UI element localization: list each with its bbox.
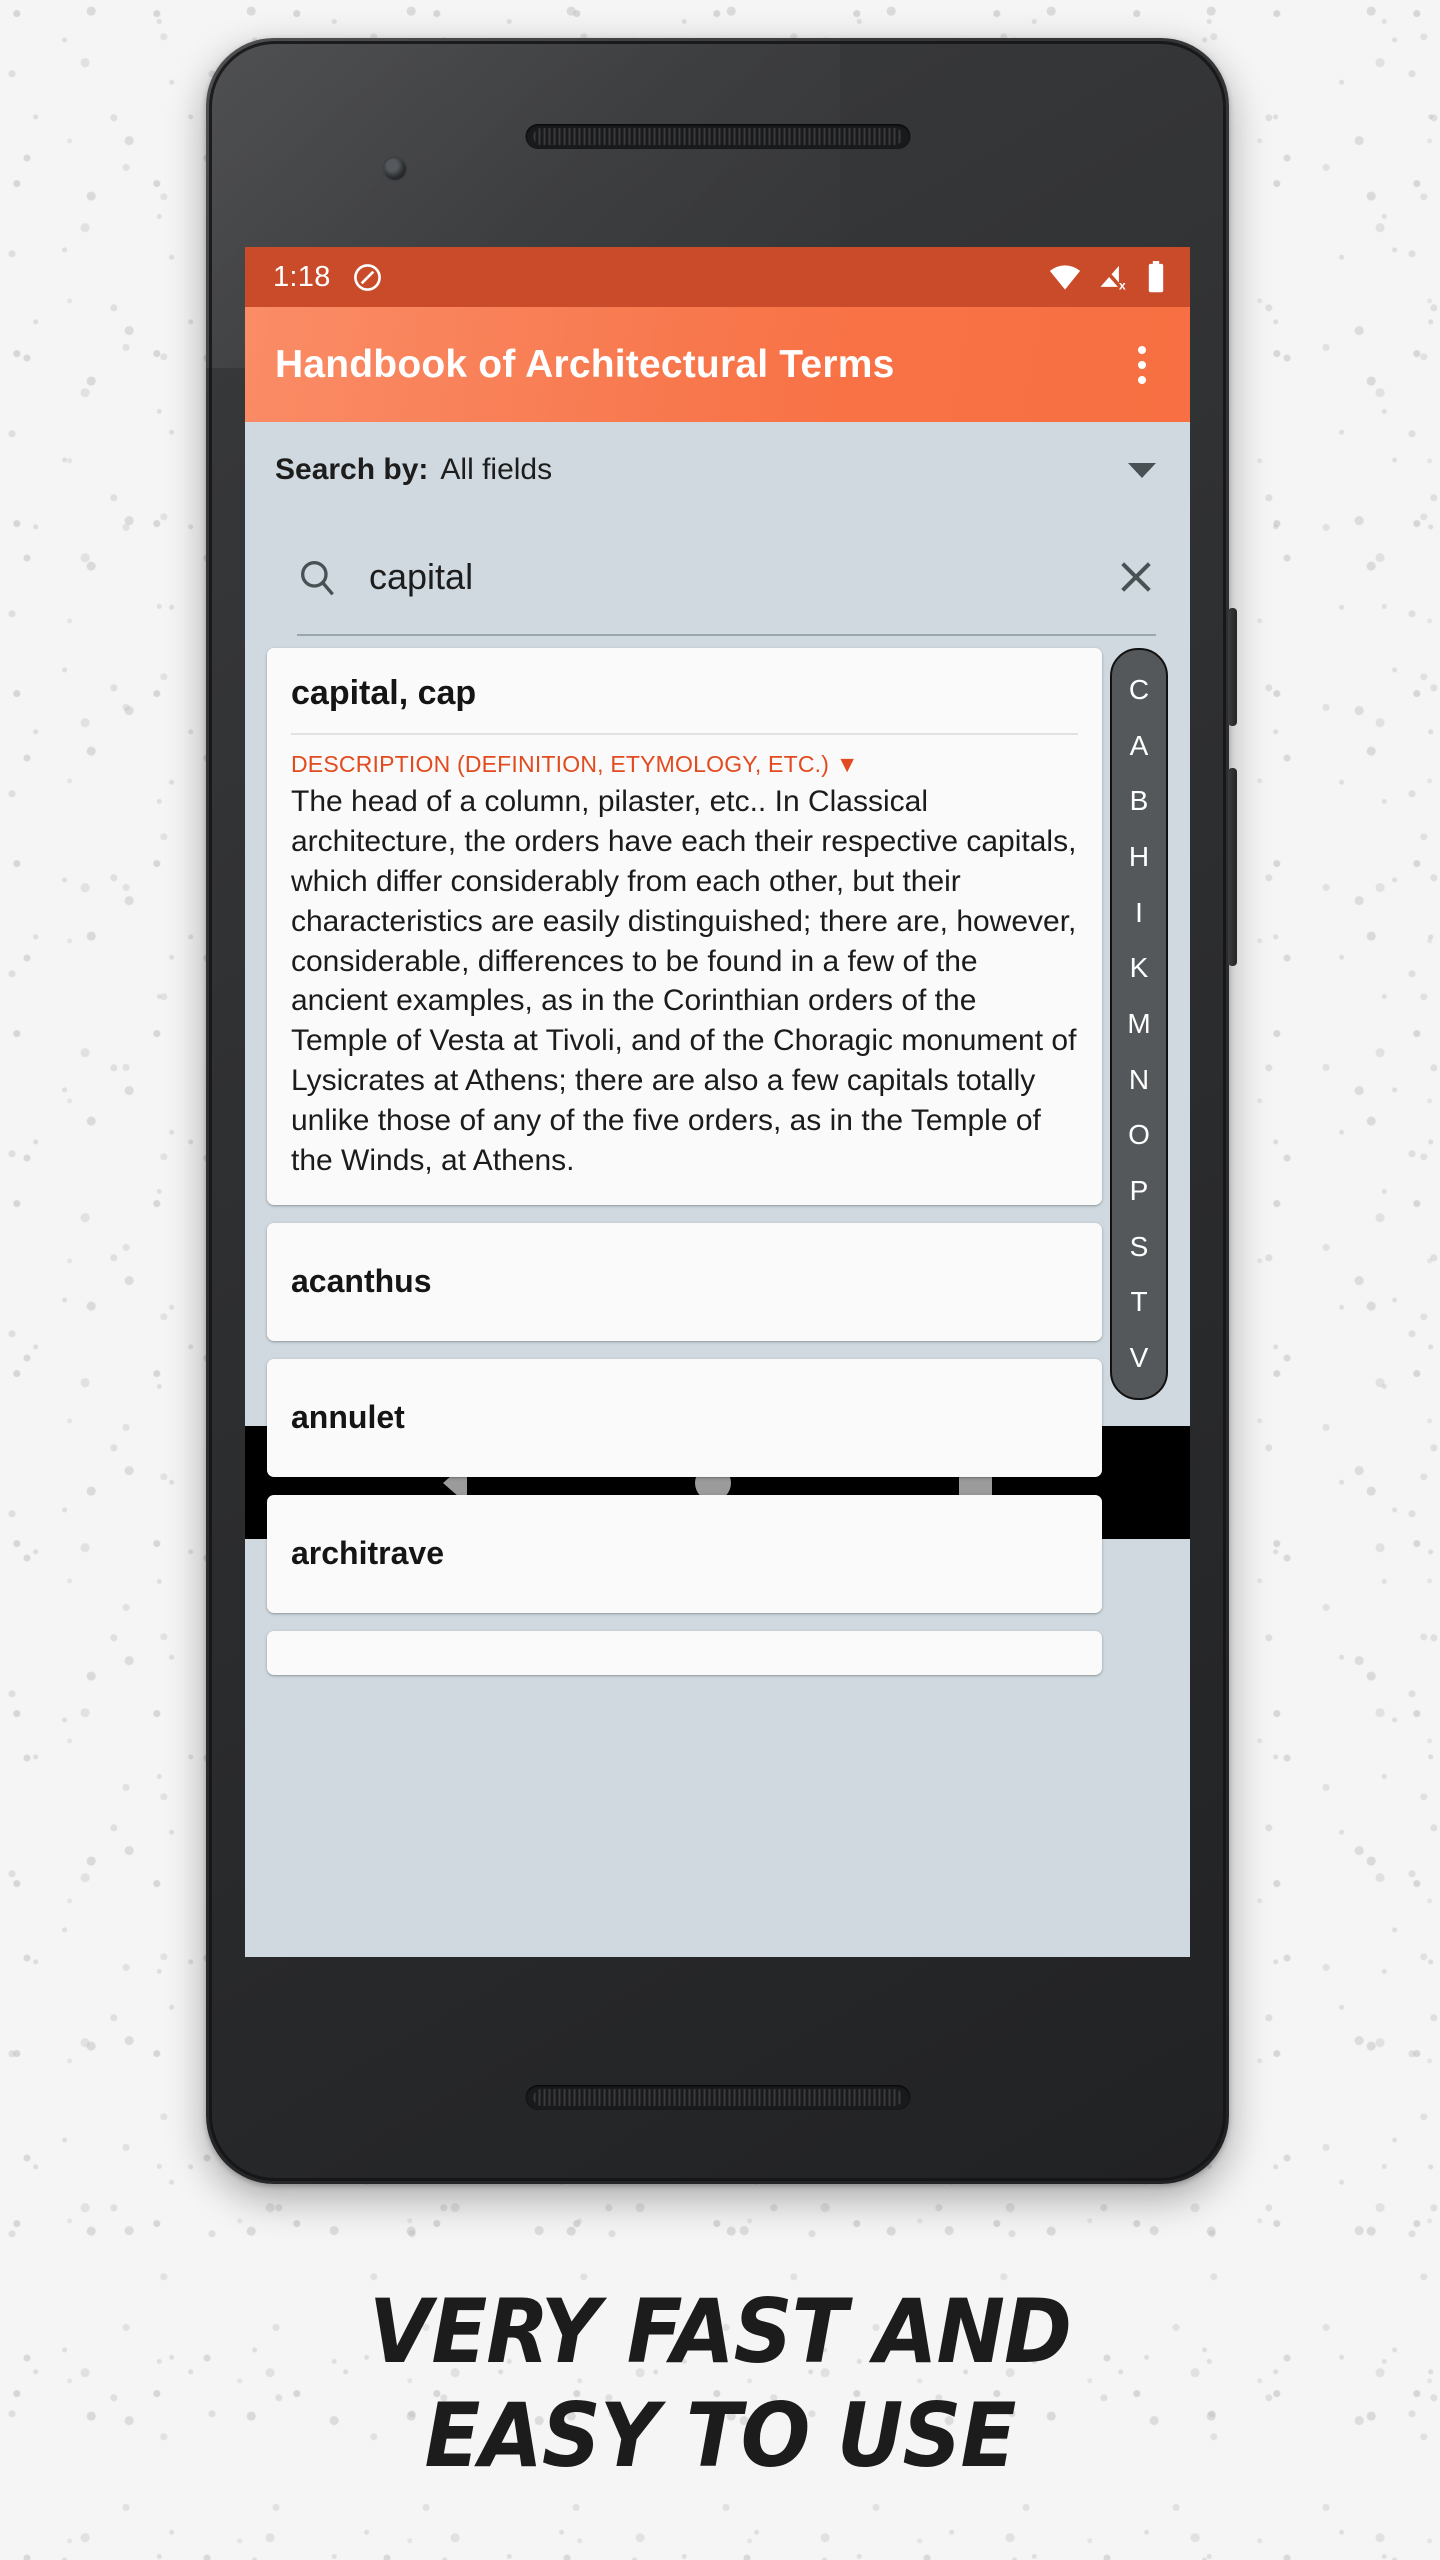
list-item[interactable]: annulet <box>267 1358 1102 1477</box>
index-letter[interactable]: K <box>1130 954 1149 982</box>
wifi-icon <box>1049 265 1081 290</box>
search-by-selector[interactable]: Search by: All fields <box>245 422 1190 518</box>
volume-button[interactable] <box>1228 768 1237 966</box>
term-label: acanthus <box>291 1263 432 1300</box>
list-item[interactable]: architrave <box>267 1494 1102 1613</box>
entry-title: capital, cap <box>291 648 1078 735</box>
search-input[interactable]: capital <box>369 556 473 598</box>
list-item[interactable]: acanthus <box>267 1222 1102 1341</box>
status-icons: x <box>1048 261 1166 293</box>
bottom-speaker <box>525 2085 910 2110</box>
index-letter[interactable]: B <box>1130 787 1149 815</box>
entry-definition-text: The head of a column, pilaster, etc.. In… <box>291 785 1077 1178</box>
index-letter[interactable]: T <box>1130 1288 1147 1316</box>
caption-line-1: VERY FAST AND <box>368 2280 1072 2383</box>
results-list[interactable]: capital, cap DESCRIPTION (DEFINITION, ET… <box>267 648 1102 1675</box>
app-bar: Handbook of Architectural Terms <box>245 307 1190 422</box>
overflow-menu-icon[interactable] <box>1120 330 1164 400</box>
alphabet-index-scrollbar[interactable]: C A B H I K M N O P S T V <box>1110 648 1168 1400</box>
index-letter[interactable]: S <box>1130 1232 1149 1261</box>
list-item-partial[interactable] <box>267 1630 1102 1675</box>
index-letter[interactable]: H <box>1129 842 1149 871</box>
phone-screen: 1:18 x Handbook of Architectural Terms S… <box>245 247 1190 1957</box>
search-icon <box>300 560 334 596</box>
promo-caption: VERY FAST AND EASY TO USE <box>0 2280 1440 2488</box>
page-title: Handbook of Architectural Terms <box>275 342 895 386</box>
search-bar[interactable]: capital <box>245 518 1190 636</box>
term-label: annulet <box>291 1399 405 1436</box>
caption-line-2: EASY TO USE <box>424 2383 1017 2487</box>
term-label: architrave <box>291 1535 444 1572</box>
cellular-no-sim-icon: x <box>1100 264 1126 292</box>
search-by-label: Search by: <box>275 453 429 486</box>
earpiece-speaker <box>525 124 910 149</box>
chevron-down-icon[interactable] <box>1128 462 1156 478</box>
status-bar: 1:18 x <box>245 247 1190 307</box>
index-letter[interactable]: P <box>1130 1177 1149 1205</box>
index-letter[interactable]: M <box>1127 1009 1150 1038</box>
results-area: capital, cap DESCRIPTION (DEFINITION, ET… <box>245 636 1190 1675</box>
do-not-disturb-icon <box>353 263 381 291</box>
index-letter[interactable]: C <box>1129 675 1149 704</box>
battery-full-icon <box>1148 261 1164 293</box>
close-icon[interactable] <box>1116 557 1156 597</box>
expanded-entry-card[interactable]: capital, cap DESCRIPTION (DEFINITION, ET… <box>267 648 1102 1205</box>
power-button[interactable] <box>1228 608 1237 726</box>
status-time: 1:18 <box>273 260 331 293</box>
index-letter[interactable]: V <box>1130 1344 1149 1372</box>
svg-text:x: x <box>1119 278 1126 292</box>
phone-device-frame: 1:18 x Handbook of Architectural Terms S… <box>206 38 1237 2184</box>
index-letter[interactable]: O <box>1128 1121 1150 1149</box>
search-by-value: All fields <box>440 453 553 486</box>
index-letter[interactable]: N <box>1129 1065 1149 1094</box>
index-letter[interactable]: I <box>1135 898 1143 927</box>
index-letter[interactable]: A <box>1130 731 1149 760</box>
entry-field-label[interactable]: DESCRIPTION (DEFINITION, ETYMOLOGY, ETC.… <box>291 735 1078 782</box>
front-camera-icon <box>384 158 406 180</box>
